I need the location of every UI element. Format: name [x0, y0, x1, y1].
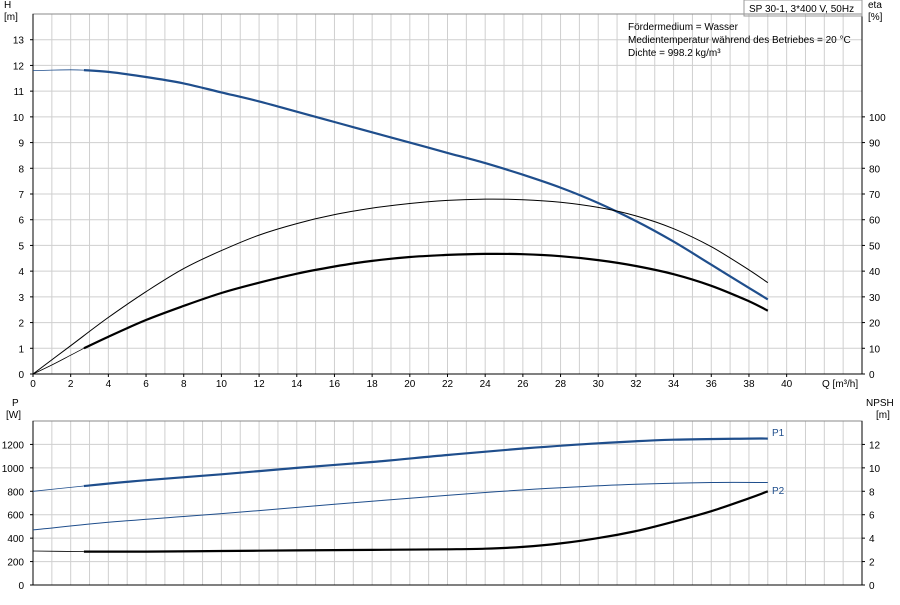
top-series-line: [83, 69, 769, 301]
bottom-left-y-tick-label: 400: [7, 534, 24, 545]
x-tick-label: 36: [706, 379, 718, 390]
bottom-right-axis-label-1: NPSH: [866, 398, 894, 409]
x-tick-label: 2: [68, 379, 74, 390]
bottom-series-line: [32, 485, 84, 492]
top-left-y-tick-label: 9: [18, 139, 24, 150]
bottom-right-y-tick-label: 2: [869, 558, 875, 569]
top-left-y-tick-label: 8: [18, 164, 24, 175]
top-right-y-tick-label: 60: [869, 216, 881, 227]
annotation-line-2: Medientemperatur während des Betriebes =…: [628, 35, 851, 46]
bottom-left-y-tick-label: 1200: [2, 440, 25, 451]
top-left-y-tick-label: 10: [13, 113, 25, 124]
series-label-p2: P2: [772, 486, 785, 497]
x-tick-label: 8: [181, 379, 187, 390]
x-tick-label: 20: [404, 379, 416, 390]
top-series-line: [32, 347, 85, 375]
bottom-right-axis-label-2: [m]: [876, 410, 890, 421]
top-left-axis-label-2: [m]: [4, 12, 18, 23]
x-tick-label: 32: [630, 379, 642, 390]
bottom-right-y-tick-label: 12: [869, 440, 881, 451]
title-box-text: SP 30-1, 3*400 V, 50Hz: [749, 4, 854, 15]
top-series-line: [32, 198, 769, 375]
x-tick-label: 14: [291, 379, 303, 390]
top-right-y-tick-label: 0: [869, 370, 875, 381]
x-tick-label: 10: [216, 379, 228, 390]
x-tick-label: 34: [668, 379, 680, 390]
annotation-line-3: Dichte = 998.2 kg/m³: [628, 48, 721, 59]
top-left-y-tick-label: 1: [18, 344, 24, 355]
bottom-left-y-tick-label: 0: [18, 581, 24, 592]
annotation-line-1: Fördermedium = Wasser: [628, 22, 739, 33]
top-right-y-tick-label: 70: [869, 190, 881, 201]
x-tick-label: 0: [30, 379, 36, 390]
chart-axes: 0 2 4 6 8 10 12 14 16 18 20 22 24 26 28 30 32 34 36 38 40012…: [2, 0, 886, 592]
top-left-y-tick-label: 7: [18, 190, 24, 201]
bottom-series-line: [32, 550, 84, 552]
top-right-y-tick-label: 100: [869, 113, 886, 124]
x-tick-label: 28: [555, 379, 567, 390]
x-axis-label: Q [m³/h]: [822, 379, 858, 390]
bottom-right-y-tick-label: 4: [869, 534, 875, 545]
x-tick-label: 26: [517, 379, 529, 390]
top-left-axis-label-1: H: [4, 0, 11, 11]
bottom-left-y-tick-label: 1000: [2, 464, 25, 475]
top-right-y-tick-label: 90: [869, 139, 881, 150]
bottom-left-y-tick-label: 800: [7, 487, 24, 498]
bottom-right-y-tick-label: 8: [869, 487, 875, 498]
x-tick-label: 38: [743, 379, 755, 390]
top-right-axis-label-1: eta: [868, 0, 882, 11]
bottom-series-line: [83, 437, 768, 488]
x-tick-label: 22: [442, 379, 454, 390]
x-tick-label: 4: [106, 379, 112, 390]
bottom-left-y-tick-label: 200: [7, 558, 24, 569]
bottom-right-y-tick-label: 10: [869, 464, 881, 475]
bottom-left-y-tick-label: 600: [7, 511, 24, 522]
top-series-line: [32, 69, 84, 71]
bottom-left-axis-label-2: [W]: [6, 410, 21, 421]
x-tick-label: 18: [367, 379, 379, 390]
top-right-y-tick-label: 20: [869, 319, 881, 330]
top-chart-grid: [33, 13, 862, 374]
bottom-left-axis-label-1: P: [12, 398, 19, 409]
top-left-y-tick-label: 12: [13, 61, 25, 72]
x-tick-label: 24: [480, 379, 492, 390]
top-left-y-tick-label: 11: [14, 87, 25, 98]
top-left-y-tick-label: 4: [18, 267, 24, 278]
chart-svg: 0 2 4 6 8 10 12 14 16 18 20 22 24 26 28 30 32 34 36 38 40012…: [2, 0, 894, 592]
x-tick-label: 16: [329, 379, 341, 390]
chart-labels: SP 30-1, 3*400 V, 50Hz Fördermedium = Wa…: [4, 0, 894, 497]
top-left-y-tick-label: 2: [18, 319, 24, 330]
top-right-y-tick-label: 10: [869, 344, 881, 355]
bottom-right-y-tick-label: 0: [869, 581, 875, 592]
x-tick-label: 6: [143, 379, 149, 390]
top-left-y-tick-label: 5: [18, 241, 24, 252]
top-left-y-tick-label: 6: [18, 216, 24, 227]
top-right-y-tick-label: 80: [869, 164, 881, 175]
top-left-y-tick-label: 13: [13, 36, 25, 47]
bottom-right-y-tick-label: 6: [869, 511, 875, 522]
x-tick-label: 40: [781, 379, 793, 390]
x-tick-label: 30: [593, 379, 605, 390]
x-tick-label: 12: [254, 379, 266, 390]
top-series-line: [83, 252, 769, 350]
series-label-p1: P1: [772, 428, 785, 439]
top-left-y-tick-label: 3: [18, 293, 24, 304]
pump-performance-chart: 0 2 4 6 8 10 12 14 16 18 20 22 24 26 28 30 32 34 36 38 40 0 1 2…: [0, 0, 900, 600]
bottom-series-line: [83, 490, 769, 553]
top-right-y-tick-label: 50: [869, 241, 881, 252]
top-right-y-tick-label: 40: [869, 267, 881, 278]
bottom-series-line: [32, 481, 768, 531]
top-right-axis-label-2: [%]: [868, 12, 883, 23]
top-right-y-tick-label: 30: [869, 293, 881, 304]
top-left-y-tick-label: 0: [18, 370, 24, 381]
